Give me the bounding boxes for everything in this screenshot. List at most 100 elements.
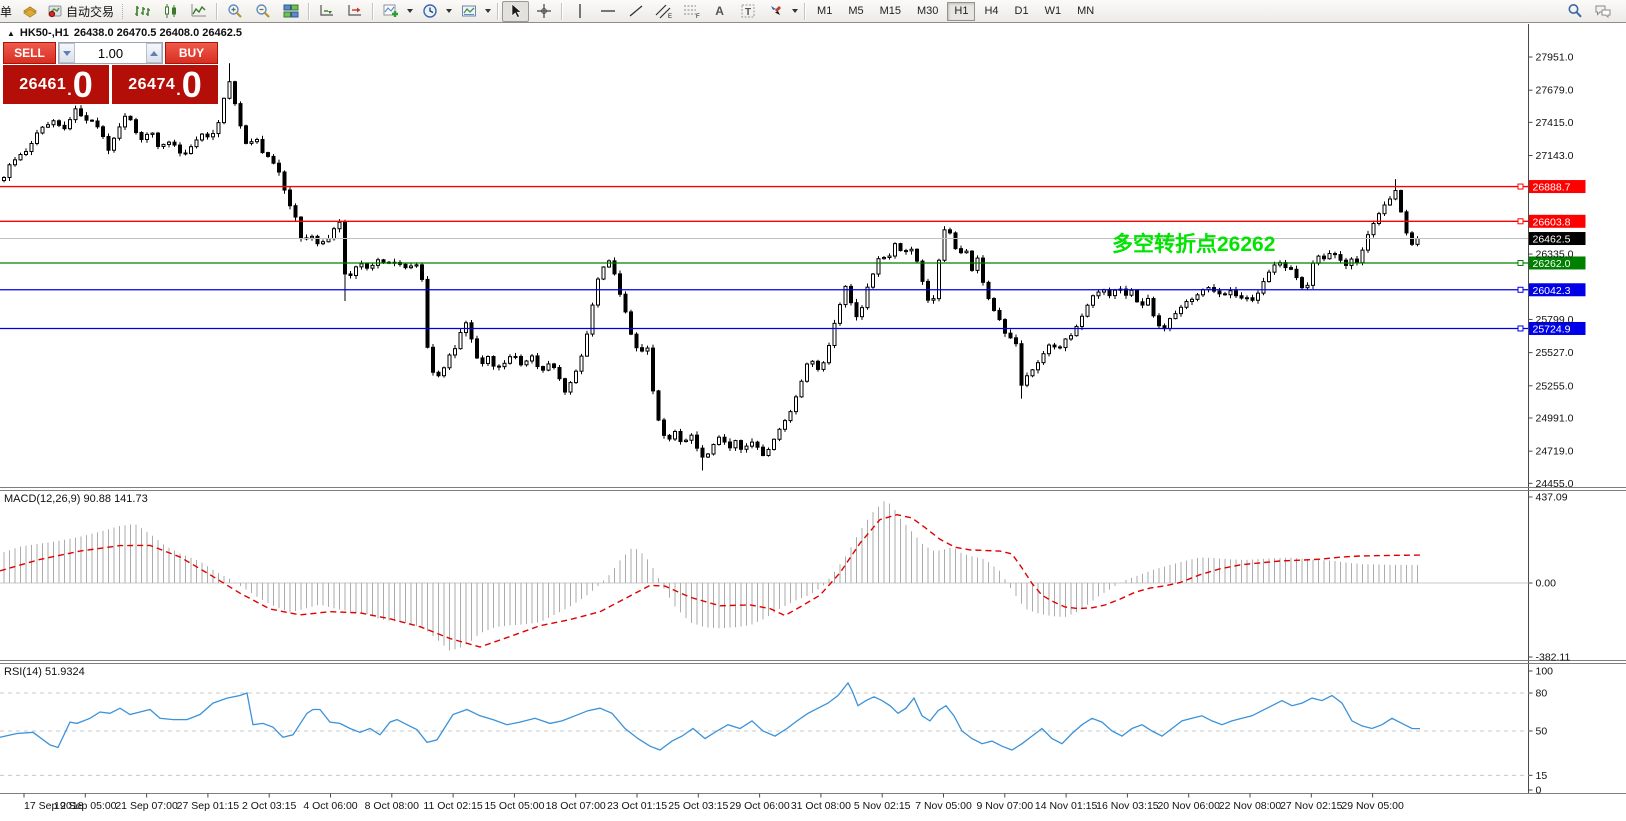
- toolbar-separator: [372, 3, 373, 20]
- arrows-button[interactable]: [762, 1, 789, 22]
- zoom-out-icon[interactable]: [249, 1, 276, 22]
- time-axis-label: 31 Oct 08:00: [791, 800, 851, 812]
- macd-label: MACD(12,26,9) 90.88 141.73: [4, 493, 148, 505]
- svg-text:100: 100: [1536, 666, 1554, 678]
- volume-input[interactable]: 1.00: [75, 43, 146, 63]
- order-book-icon[interactable]: [16, 1, 43, 22]
- time-axis-label: 9 Nov 07:00: [976, 800, 1033, 812]
- chart-canvas[interactable]: 26888.726603.826462.526262.026042.325724…: [0, 24, 1626, 821]
- rsi-pane: 1008050150: [0, 666, 1553, 797]
- templates-caret[interactable]: [485, 9, 491, 13]
- search-icon[interactable]: [1561, 1, 1588, 22]
- symbol-period-label: HK50-,H1: [20, 27, 69, 39]
- indicators-caret[interactable]: [407, 9, 413, 13]
- time-axis-label: 29 Nov 05:00: [1341, 800, 1404, 812]
- svg-text:437.09: 437.09: [1536, 491, 1568, 503]
- macd-pane: 437.090.00-382.11: [0, 491, 1570, 663]
- time-axis-label: 15 Oct 05:00: [484, 800, 544, 812]
- time-axis-label: 5 Nov 02:15: [854, 800, 911, 812]
- svg-text:50: 50: [1536, 726, 1548, 738]
- svg-text:-382.11: -382.11: [1536, 652, 1571, 664]
- toolbar-separator: [497, 3, 498, 20]
- sell-price[interactable]: 26461 . 0: [3, 65, 112, 104]
- new-order-button[interactable]: 单: [0, 3, 15, 20]
- candlestick-chart-icon[interactable]: [157, 1, 184, 22]
- svg-text:26603.8: 26603.8: [1533, 216, 1571, 228]
- svg-text:25255.0: 25255.0: [1536, 380, 1574, 392]
- time-axis-label: 4 Oct 06:00: [303, 800, 357, 812]
- horizontal-line-button[interactable]: [594, 1, 621, 22]
- candles: [3, 63, 1420, 470]
- fibonacci-letter: F: [696, 14, 700, 19]
- periods-button[interactable]: [416, 1, 443, 22]
- timeframe-MN[interactable]: MN: [1070, 2, 1101, 21]
- templates-button[interactable]: [455, 1, 482, 22]
- timeframe-H1[interactable]: H1: [947, 2, 975, 21]
- crosshair-button[interactable]: [530, 1, 557, 22]
- toolbar-separator: [804, 3, 805, 20]
- time-axis-label: 27 Nov 02:15: [1280, 800, 1343, 812]
- time-axis-label: 29 Oct 06:00: [730, 800, 790, 812]
- channel-letter: E: [668, 14, 672, 19]
- autotrading-button[interactable]: 自动交易: [44, 1, 120, 22]
- time-axis-label: 27 Sep 01:15: [177, 800, 240, 812]
- svg-text:26335.0: 26335.0: [1536, 249, 1574, 261]
- timeframe-M15[interactable]: M15: [873, 2, 908, 21]
- buy-button[interactable]: BUY: [165, 42, 218, 64]
- svg-text:27951.0: 27951.0: [1536, 52, 1574, 64]
- channel-button[interactable]: E: [650, 1, 677, 22]
- collapse-arrow-icon[interactable]: ▲: [7, 29, 15, 38]
- svg-text:27143.0: 27143.0: [1536, 150, 1574, 162]
- timeframe-W1[interactable]: W1: [1038, 2, 1069, 21]
- text-label-button[interactable]: T: [734, 1, 761, 22]
- arrows-caret[interactable]: [792, 9, 798, 13]
- auto-scroll-icon[interactable]: [313, 1, 340, 22]
- time-axis: 17 Sep 201819 Sep 05:0021 Sep 07:0027 Se…: [24, 794, 1404, 813]
- svg-text:T: T: [745, 7, 751, 18]
- line-chart-icon[interactable]: [185, 1, 212, 22]
- triangle-down-icon: [63, 51, 71, 56]
- timeframe-D1[interactable]: D1: [1008, 2, 1036, 21]
- rsi-label: RSI(14) 51.9324: [4, 666, 85, 678]
- svg-text:26888.7: 26888.7: [1533, 182, 1571, 194]
- chart-shift-icon[interactable]: [341, 1, 368, 22]
- time-axis-label: 21 Sep 07:00: [115, 800, 178, 812]
- indicators-button[interactable]: [377, 1, 404, 22]
- one-click-trading-panel: SELL 1.00 BUY 26461 . 0 26474 . 0: [3, 42, 218, 104]
- fibonacci-button[interactable]: F: [678, 1, 705, 22]
- tile-windows-icon[interactable]: [277, 1, 304, 22]
- pivot-annotation: 多空转折点26262: [1112, 232, 1275, 256]
- triangle-up-icon: [150, 51, 158, 56]
- time-axis-label: 8 Oct 08:00: [365, 800, 419, 812]
- bar-chart-icon[interactable]: [129, 1, 156, 22]
- svg-text:24991.0: 24991.0: [1536, 412, 1574, 424]
- text-button[interactable]: A: [706, 1, 733, 22]
- cursor-button[interactable]: [502, 1, 529, 22]
- time-axis-label: 19 Sep 05:00: [54, 800, 117, 812]
- svg-text:15: 15: [1536, 770, 1548, 782]
- svg-text:26042.3: 26042.3: [1533, 285, 1571, 297]
- zoom-in-icon[interactable]: [221, 1, 248, 22]
- svg-text:27415.0: 27415.0: [1536, 117, 1574, 129]
- timeframe-M5[interactable]: M5: [841, 2, 870, 21]
- time-axis-label: 2 Oct 03:15: [242, 800, 296, 812]
- periods-caret[interactable]: [446, 9, 452, 13]
- sell-button[interactable]: SELL: [3, 42, 56, 64]
- time-axis-label: 22 Nov 08:00: [1219, 800, 1282, 812]
- toolbar-separator: [216, 3, 217, 20]
- trendline-button[interactable]: [622, 1, 649, 22]
- time-axis-label: 16 Nov 03:15: [1096, 800, 1159, 812]
- timeframe-M1[interactable]: M1: [810, 2, 839, 21]
- autotrading-label: 自动交易: [63, 3, 117, 20]
- vertical-line-button[interactable]: [566, 1, 593, 22]
- svg-text:24455.0: 24455.0: [1536, 478, 1574, 490]
- time-axis-label: 20 Nov 06:00: [1157, 800, 1220, 812]
- timeframe-H4[interactable]: H4: [977, 2, 1005, 21]
- volume-decrease-button[interactable]: [59, 43, 75, 63]
- buy-price[interactable]: 26474 . 0: [112, 65, 218, 104]
- volume-increase-button[interactable]: [146, 43, 162, 63]
- svg-text:27679.0: 27679.0: [1536, 85, 1574, 97]
- timeframe-M30[interactable]: M30: [910, 2, 945, 21]
- svg-text:25799.0: 25799.0: [1536, 314, 1574, 326]
- chat-icon[interactable]: [1589, 1, 1616, 22]
